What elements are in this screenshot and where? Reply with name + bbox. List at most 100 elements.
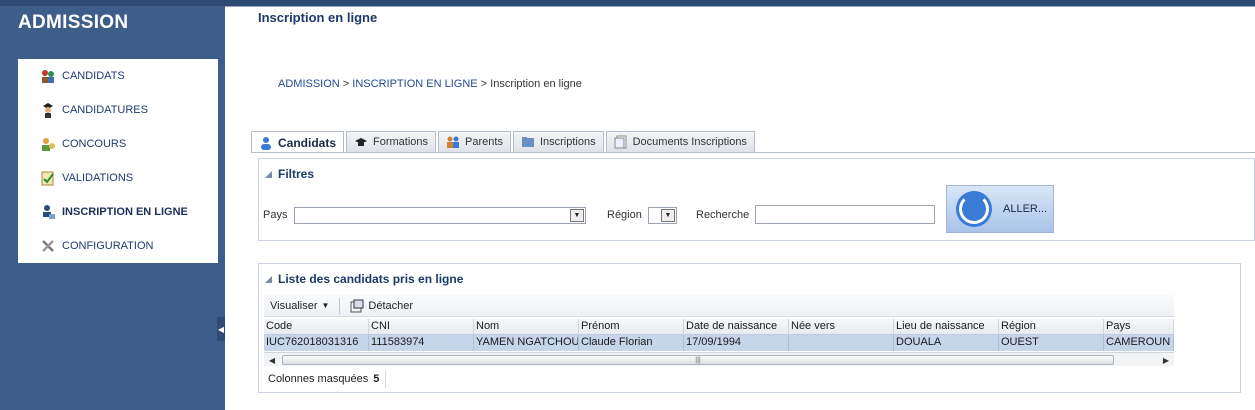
- hidden-columns-count: 5: [373, 373, 380, 385]
- recherche-label: Recherche: [696, 209, 750, 221]
- detacher-label: Détacher: [368, 299, 414, 312]
- sidebar-item-candidats[interactable]: CANDIDATS: [18, 59, 218, 93]
- column-header-nom[interactable]: Nom: [474, 319, 579, 335]
- tab-label: Documents Inscriptions: [632, 136, 747, 148]
- column-header-cni[interactable]: CNI: [369, 319, 474, 335]
- list-toolbar: Visualiser ▼ Détacher: [264, 295, 1174, 317]
- folder-icon: [521, 135, 535, 149]
- column-header-pays[interactable]: Pays: [1104, 319, 1174, 335]
- pays-label: Pays: [263, 209, 288, 221]
- tab-label: Inscriptions: [539, 136, 596, 148]
- chevron-down-icon: ▼: [321, 301, 330, 310]
- cell-cni: 111583974: [369, 335, 474, 351]
- visualiser-menu-button[interactable]: Visualiser ▼: [264, 300, 335, 312]
- tab-bar: Candidats Formations Parents Inscription…: [251, 131, 757, 153]
- breadcrumb-separator: >: [480, 78, 488, 90]
- filters-title: Filtres: [278, 167, 315, 181]
- tab-underline: [251, 152, 1255, 153]
- tab-formations[interactable]: Formations: [346, 131, 437, 152]
- breadcrumb-inscription-en-ligne[interactable]: INSCRIPTION EN LIGNE: [352, 78, 477, 90]
- breadcrumb-current: Inscription en ligne: [490, 78, 582, 90]
- online-registration-icon: [40, 204, 56, 220]
- cell-prenom: Claude Florian: [579, 335, 684, 351]
- graduation-cap-icon: [354, 135, 368, 149]
- list-footer: Colonnes masquées 5: [264, 370, 387, 388]
- column-header-lieu-naissance[interactable]: Lieu de naissance: [894, 319, 999, 335]
- sidebar-item-candidatures[interactable]: CANDIDATURES: [18, 93, 218, 127]
- list-title: Liste des candidats pris en ligne: [278, 272, 464, 286]
- contest-icon: [40, 136, 56, 152]
- filters-header[interactable]: Filtres: [265, 167, 314, 181]
- parents-icon: [446, 135, 460, 149]
- candidates-table: Code CNI Nom Prénom Date de naissance Né…: [264, 319, 1174, 351]
- region-select[interactable]: ▼: [648, 207, 677, 224]
- collapse-sidebar-handle[interactable]: ◀: [217, 317, 225, 341]
- detach-icon: [350, 299, 364, 313]
- cell-nom: YAMEN NGATCHOU: [474, 335, 579, 351]
- scroll-right-icon[interactable]: ▶: [1160, 354, 1172, 366]
- pays-select[interactable]: ▼: [294, 207, 586, 224]
- cell-nee-vers: [789, 335, 894, 351]
- filters-panel: Filtres Pays ▼ Région ▼ Recherche ALLER.…: [258, 158, 1255, 241]
- main-content: Inscription en ligne ADMISSION > INSCRIP…: [225, 6, 1255, 410]
- cell-pays: CAMEROUN: [1104, 335, 1174, 351]
- cell-lieu-naissance: DOUALA: [894, 335, 999, 351]
- scrollbar-thumb[interactable]: |||: [282, 355, 1114, 365]
- table-header-row: Code CNI Nom Prénom Date de naissance Né…: [264, 319, 1174, 335]
- table-row[interactable]: IUC762018031316 111583974 YAMEN NGATCHOU…: [264, 335, 1174, 351]
- user-icon: [259, 136, 273, 150]
- sidebar-item-configuration[interactable]: CONFIGURATION: [18, 229, 218, 263]
- aller-button-label: ALLER...: [1003, 203, 1048, 215]
- tab-label: Formations: [373, 136, 429, 148]
- collapse-icon: [265, 275, 272, 283]
- toolbar-separator: [339, 297, 341, 314]
- column-header-date-naissance[interactable]: Date de naissance: [684, 319, 789, 335]
- checklist-icon: [40, 170, 56, 186]
- list-header[interactable]: Liste des candidats pris en ligne: [265, 272, 463, 286]
- tab-candidats[interactable]: Candidats: [251, 131, 345, 153]
- graduate-icon: [40, 102, 56, 118]
- breadcrumb-separator: >: [342, 78, 350, 90]
- hidden-columns-label: Colonnes masquées: [268, 373, 369, 385]
- cell-region: OUEST: [999, 335, 1104, 351]
- column-header-region[interactable]: Région: [999, 319, 1104, 335]
- sidebar-item-label: CANDIDATURES: [62, 104, 148, 116]
- sidebar-item-inscription-en-ligne[interactable]: INSCRIPTION EN LIGNE: [18, 195, 218, 229]
- cell-code: IUC762018031316: [264, 335, 369, 351]
- candidates-icon: [40, 68, 56, 84]
- detacher-button[interactable]: Détacher: [344, 299, 419, 313]
- chevron-down-icon[interactable]: ▼: [570, 209, 584, 222]
- scroll-left-icon[interactable]: ◀: [266, 354, 278, 366]
- tab-inscriptions[interactable]: Inscriptions: [512, 131, 604, 152]
- column-header-code[interactable]: Code: [264, 319, 369, 335]
- sidebar-item-validations[interactable]: VALIDATIONS: [18, 161, 218, 195]
- sidebar-title: ADMISSION: [18, 12, 129, 33]
- refresh-icon: [959, 194, 989, 224]
- recherche-input[interactable]: [755, 205, 935, 224]
- candidates-list-panel: Liste des candidats pris en ligne Visual…: [258, 263, 1241, 393]
- aller-button[interactable]: ALLER...: [946, 185, 1054, 233]
- breadcrumb-admission[interactable]: ADMISSION: [278, 78, 340, 90]
- cell-date-naissance: 17/09/1994: [684, 335, 789, 351]
- sidebar-item-concours[interactable]: CONCOURS: [18, 127, 218, 161]
- visualiser-label: Visualiser: [270, 299, 318, 312]
- sidebar-item-label: VALIDATIONS: [62, 172, 134, 184]
- sidebar-item-label: CONCOURS: [62, 138, 127, 150]
- chevron-down-icon[interactable]: ▼: [661, 209, 675, 222]
- collapse-icon: [265, 170, 272, 178]
- documents-icon: [614, 135, 628, 149]
- page-title: Inscription en ligne: [258, 10, 378, 25]
- tab-label: Candidats: [278, 135, 337, 150]
- column-header-prenom[interactable]: Prénom: [579, 319, 684, 335]
- tools-icon: [40, 238, 56, 254]
- sidebar-item-label: CANDIDATS: [62, 70, 125, 82]
- region-label: Région: [607, 209, 642, 221]
- horizontal-scrollbar[interactable]: ◀ ||| ▶: [264, 352, 1174, 366]
- tab-documents-inscriptions[interactable]: Documents Inscriptions: [605, 131, 755, 152]
- sidebar-item-label: CONFIGURATION: [62, 240, 154, 252]
- sidebar-item-label: INSCRIPTION EN LIGNE: [62, 206, 188, 218]
- column-header-nee-vers[interactable]: Née vers: [789, 319, 894, 335]
- sidebar: ADMISSION CANDIDATS CANDIDATURES CONCOUR…: [0, 0, 225, 410]
- breadcrumb: ADMISSION > INSCRIPTION EN LIGNE > Inscr…: [278, 78, 582, 90]
- tab-parents[interactable]: Parents: [438, 131, 511, 152]
